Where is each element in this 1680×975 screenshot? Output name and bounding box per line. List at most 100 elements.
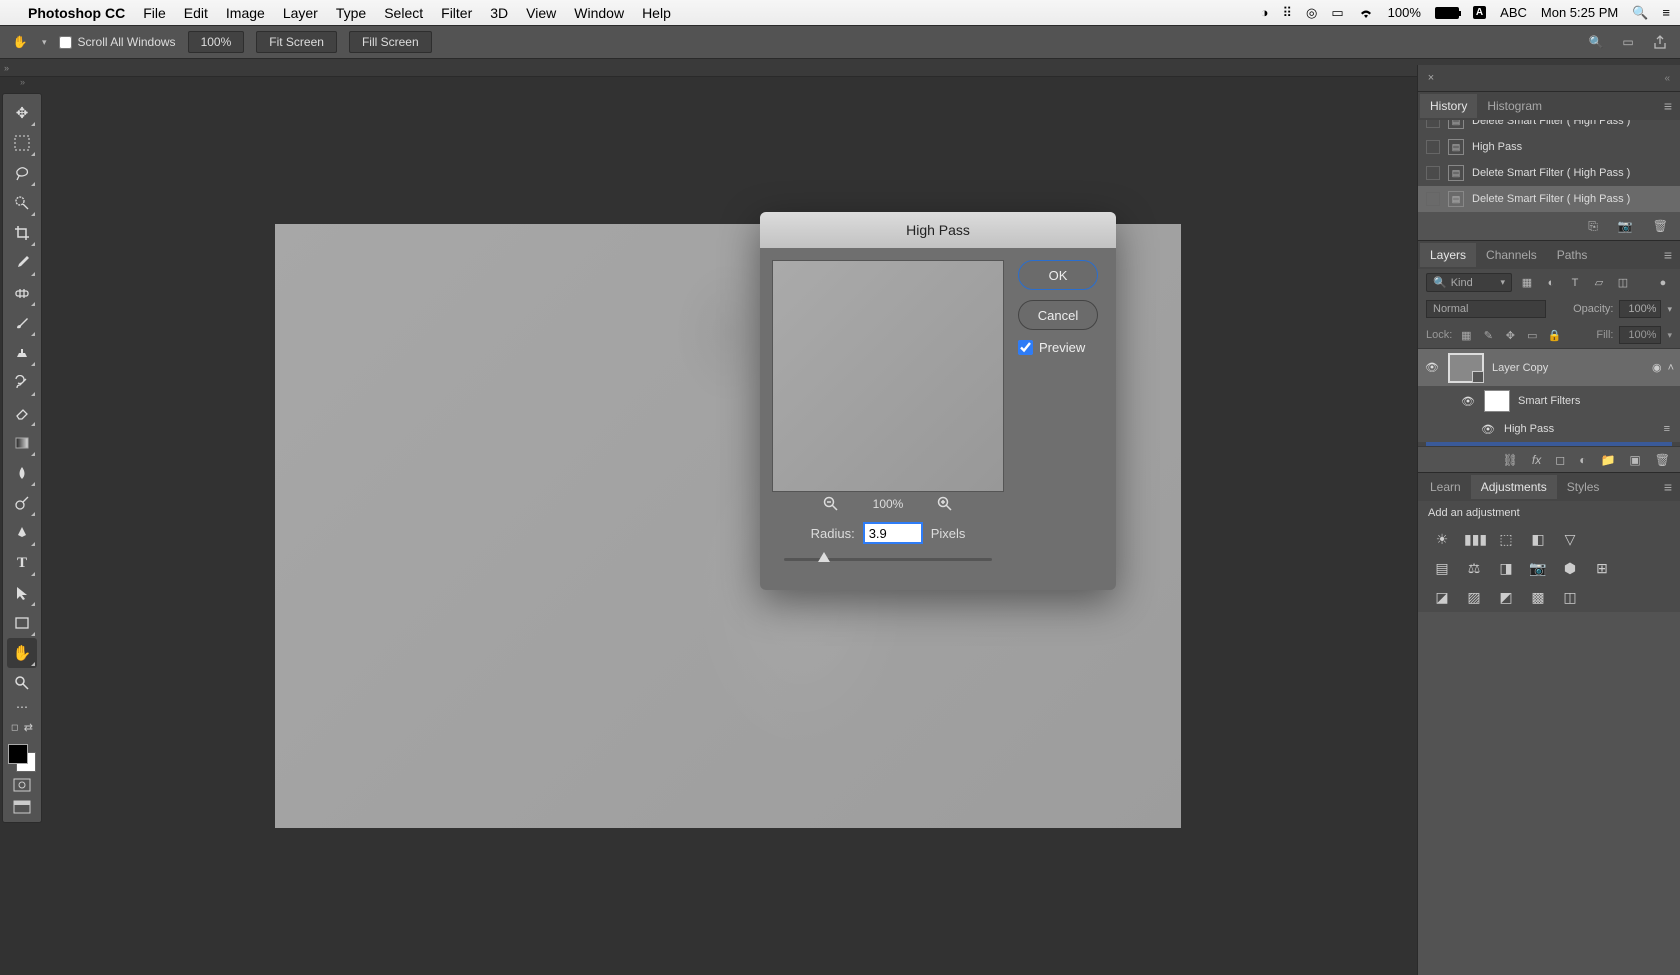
layer-row[interactable]: 👁 Layer Copy ◉˄ <box>1418 348 1680 386</box>
smart-filters-visibility-icon[interactable]: 👁 <box>1460 395 1476 408</box>
tab-adjustments[interactable]: Adjustments <box>1471 475 1557 499</box>
lock-transparent-icon[interactable]: ▦ <box>1458 327 1474 343</box>
input-source-label[interactable]: ABC <box>1500 5 1527 20</box>
filter-pixel-icon[interactable]: ▦ <box>1518 274 1536 292</box>
create-snapshot-icon[interactable]: 📷 <box>1618 219 1633 233</box>
move-tool[interactable]: ✥ <box>7 98 37 128</box>
layer-visibility-icon[interactable]: 👁 <box>1424 361 1440 374</box>
photo-filter-icon[interactable]: 📷 <box>1528 560 1548 577</box>
filter-smartobject-icon[interactable]: ◫ <box>1614 274 1632 292</box>
history-state[interactable]: ▤ Delete Smart Filter ( High Pass ) <box>1418 186 1680 212</box>
menu-view[interactable]: View <box>526 5 556 21</box>
history-toggle[interactable] <box>1426 140 1440 154</box>
delete-layer-icon[interactable]: 🗑 <box>1655 453 1670 467</box>
type-tool[interactable]: T <box>7 548 37 578</box>
search-icon[interactable]: 🔍 <box>1586 32 1606 52</box>
color-balance-icon[interactable]: ⚖ <box>1464 560 1484 577</box>
layer-thumbnail[interactable] <box>1448 353 1484 383</box>
filter-mask-thumbnail[interactable] <box>1484 390 1510 412</box>
layer-mask-icon[interactable]: ◻ <box>1555 453 1565 467</box>
layer-style-icon[interactable]: fx <box>1532 453 1541 467</box>
lock-position-icon[interactable]: ✥ <box>1502 327 1518 343</box>
screen-mode-icon[interactable] <box>7 796 37 818</box>
notification-center-icon[interactable]: ≡ <box>1662 5 1670 20</box>
menu-filter[interactable]: Filter <box>441 5 472 21</box>
filter-type-icon[interactable]: T <box>1566 274 1584 292</box>
scroll-all-windows-input[interactable] <box>59 36 72 49</box>
gradient-map-icon[interactable]: ▩ <box>1528 589 1548 606</box>
hue-saturation-icon[interactable]: ▤ <box>1432 560 1452 577</box>
layer-group-icon[interactable]: 📁 <box>1600 453 1615 467</box>
fill-screen-button[interactable]: Fill Screen <box>349 31 432 53</box>
levels-icon[interactable]: ▮▮▮ <box>1464 531 1484 548</box>
menu-select[interactable]: Select <box>384 5 423 21</box>
brush-tool[interactable] <box>7 308 37 338</box>
layer-filter-type[interactable]: 🔍Kind▾ <box>1426 273 1512 292</box>
healing-brush-tool[interactable] <box>7 278 37 308</box>
tab-layers[interactable]: Layers <box>1420 243 1476 267</box>
new-layer-icon[interactable]: ▣ <box>1629 453 1640 467</box>
battery-icon[interactable] <box>1435 7 1459 19</box>
zoom-tool[interactable] <box>7 668 37 698</box>
tab-paths[interactable]: Paths <box>1547 243 1598 267</box>
tool-preset-dropdown[interactable]: ▾ <box>42 37 47 48</box>
radius-input[interactable] <box>863 522 923 544</box>
threshold-icon[interactable]: ◩ <box>1496 589 1516 606</box>
scroll-all-windows-checkbox[interactable]: Scroll All Windows <box>59 35 176 49</box>
path-selection-tool[interactable] <box>7 578 37 608</box>
history-state[interactable]: ▤ Delete Smart Filter ( High Pass ) <box>1418 160 1680 186</box>
panel-close-icon[interactable]: × <box>1424 72 1438 84</box>
smart-filter-item[interactable]: 👁 High Pass ≡ <box>1418 416 1680 442</box>
input-source-icon[interactable]: A <box>1473 6 1486 19</box>
color-swatches[interactable] <box>6 742 38 774</box>
ok-button[interactable]: OK <box>1018 260 1098 290</box>
layer-name[interactable]: Layer Copy <box>1492 362 1548 374</box>
menu-image[interactable]: Image <box>226 5 265 21</box>
swap-colors-icon[interactable]: ◻⇄ <box>7 716 37 738</box>
airplay-icon[interactable]: ▭ <box>1331 5 1343 21</box>
toolbox-collapse-icon[interactable]: » <box>20 77 25 91</box>
menu-file[interactable]: File <box>143 5 166 21</box>
opacity-input[interactable]: 100% <box>1619 300 1661 318</box>
filter-adjustment-icon[interactable]: ◐ <box>1542 274 1560 292</box>
channel-mixer-icon[interactable]: ⬢ <box>1560 560 1580 577</box>
dialog-preview-area[interactable] <box>772 260 1004 492</box>
tab-history[interactable]: History <box>1420 94 1477 118</box>
edit-toolbar-icon[interactable]: ⋯ <box>7 698 37 716</box>
crop-tool[interactable] <box>7 218 37 248</box>
workspace-switcher-icon[interactable]: ▭ <box>1618 32 1638 52</box>
preview-checkbox[interactable]: Preview <box>1018 340 1098 355</box>
exposure-icon[interactable]: ◧ <box>1528 531 1548 548</box>
selective-color-icon[interactable]: ◫ <box>1560 589 1580 606</box>
link-layers-icon[interactable]: ⛓ <box>1503 453 1518 467</box>
history-state[interactable]: ▤ Delete Smart Filter ( High Pass ) <box>1418 120 1680 134</box>
history-toggle[interactable] <box>1426 166 1440 180</box>
zoom-level-button[interactable]: 100% <box>188 31 245 53</box>
adjustments-panel-menu-icon[interactable]: ≡ <box>1658 479 1678 495</box>
filter-shape-icon[interactable]: ▱ <box>1590 274 1608 292</box>
quick-mask-icon[interactable] <box>7 774 37 796</box>
clock[interactable]: Mon 5:25 PM <box>1541 5 1618 20</box>
adjustment-layer-icon[interactable]: ◐ <box>1579 453 1586 467</box>
radius-slider-thumb[interactable] <box>818 552 830 562</box>
tab-channels[interactable]: Channels <box>1476 243 1547 267</box>
share-icon[interactable] <box>1650 32 1670 52</box>
dropbox-icon[interactable]: ⠿ <box>1283 5 1293 21</box>
tab-learn[interactable]: Learn <box>1420 475 1471 499</box>
layers-panel-menu-icon[interactable]: ≡ <box>1658 247 1678 263</box>
pen-tool[interactable] <box>7 518 37 548</box>
delete-state-icon[interactable]: 🗑 <box>1653 219 1668 233</box>
menu-help[interactable]: Help <box>642 5 671 21</box>
lock-artboard-icon[interactable]: ▭ <box>1524 327 1540 343</box>
fit-screen-button[interactable]: Fit Screen <box>256 31 337 53</box>
curves-icon[interactable]: ⬚ <box>1496 531 1516 548</box>
brightness-contrast-icon[interactable]: ☀ <box>1432 531 1452 548</box>
menu-layer[interactable]: Layer <box>283 5 318 21</box>
menu-3d[interactable]: 3D <box>490 5 508 21</box>
tab-styles[interactable]: Styles <box>1557 475 1610 499</box>
panel-collapse-icon[interactable]: « <box>1660 73 1674 84</box>
color-lookup-icon[interactable]: ⊞ <box>1592 560 1612 577</box>
eraser-tool[interactable] <box>7 398 37 428</box>
fill-input[interactable]: 100% <box>1619 326 1661 344</box>
spotlight-icon[interactable]: 🔍 <box>1632 5 1648 21</box>
